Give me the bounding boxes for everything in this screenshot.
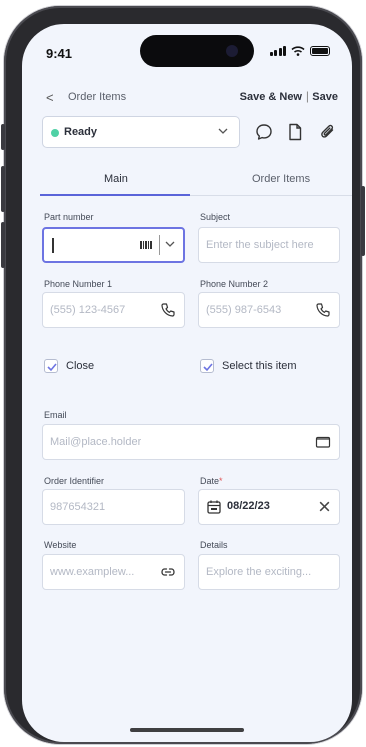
status-icons [269,46,330,56]
details-placeholder: Explore the exciting... [206,566,312,578]
chevron-down-icon [218,128,228,134]
phone-number-2-placeholder: (555) 987-6543 [206,304,282,316]
date-input[interactable]: 08/22/23 [198,489,340,525]
silent-switch [1,124,5,150]
mail-icon[interactable] [315,434,331,450]
email-label: Email [44,410,67,420]
tab-bar: Main Order Items [40,166,352,196]
save-and-new-button[interactable]: Save & New [240,91,302,103]
order-identifier-input[interactable]: 987654321 [42,489,185,525]
website-input[interactable]: www.examplew... [42,554,185,590]
power-button [361,186,365,256]
page-title: Order Items [68,91,127,103]
text-cursor [52,238,54,253]
tab-order-items[interactable]: Order Items [252,173,310,185]
date-label-text: Date [200,476,220,486]
input-divider [159,235,160,255]
website-placeholder: www.examplew... [50,566,135,578]
phone-number-2-input[interactable]: (555) 987-6543 [198,292,340,328]
active-tab-indicator [40,194,190,196]
subject-label: Subject [200,212,231,222]
battery-icon [310,46,330,56]
subject-placeholder: Enter the subject here [206,239,314,251]
status-dot [51,129,59,137]
phone-number-2-label: Phone Number 2 [200,279,269,289]
part-number-label: Part number [44,212,94,222]
barcode-icon[interactable] [139,237,155,253]
date-value: 08/22/23 [227,500,270,512]
status-time: 9:41 [46,46,73,61]
details-label: Details [200,540,228,550]
select-item-checkbox[interactable] [200,359,214,373]
calendar-icon[interactable] [206,499,222,515]
required-mark: * [219,476,223,486]
volume-down-button [1,222,5,268]
header-separator: | [305,89,309,103]
home-indicator [130,728,244,732]
screen: 9:41 < Order Items Save & New | Save Rea… [22,24,352,742]
phone-icon[interactable] [160,302,176,318]
status-dropdown[interactable]: Ready [42,116,240,148]
volume-up-button [1,166,5,212]
chevron-down-icon[interactable] [164,238,176,250]
order-identifier-placeholder: 987654321 [50,501,106,513]
subject-input[interactable]: Enter the subject here [198,227,340,263]
header: < Order Items Save & New | Save [22,86,352,114]
website-label: Website [44,540,77,550]
link-icon[interactable] [160,564,176,580]
phone-number-1-label: Phone Number 1 [44,279,113,289]
phone-frame: 9:41 < Order Items Save & New | Save Rea… [1,6,365,744]
close-checkbox[interactable] [44,359,58,373]
tab-main[interactable]: Main [104,173,128,185]
order-identifier-label: Order Identifier [44,476,105,486]
save-button[interactable]: Save [312,91,338,103]
dynamic-island [140,35,254,67]
phone-icon[interactable] [315,302,331,318]
part-number-input[interactable] [42,227,185,263]
checkmark-icon [203,363,213,372]
attachment-icon[interactable] [318,122,338,142]
chat-icon[interactable] [254,122,274,142]
close-checkbox-label: Close [66,360,95,372]
document-icon[interactable] [285,122,305,142]
date-label: Date* [200,476,223,486]
checkmark-icon [47,363,57,372]
phone-number-1-placeholder: (555) 123-4567 [50,304,126,316]
select-item-checkbox-label: Select this item [222,360,297,372]
wifi-icon [291,46,305,56]
signal-icon [269,46,286,56]
details-input[interactable]: Explore the exciting... [198,554,340,590]
email-input[interactable]: Mail@place.holder [42,424,340,460]
phone-number-1-input[interactable]: (555) 123-4567 [42,292,185,328]
status-value: Ready [64,126,98,138]
email-placeholder: Mail@place.holder [50,436,142,448]
back-button[interactable]: < [46,90,54,105]
clear-icon[interactable] [318,500,331,513]
